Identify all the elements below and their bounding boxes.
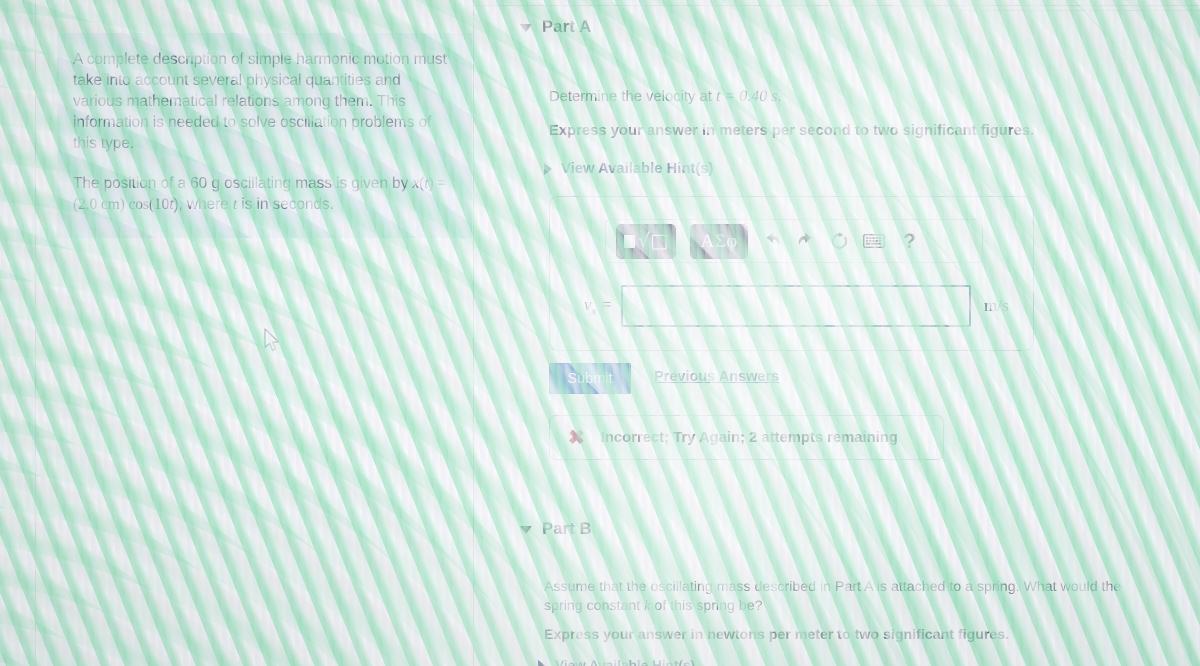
page-content: A complete description of simple harmoni…	[0, 0, 1200, 666]
intro-paragraph-2: The position of a 60 g oscillating mass …	[73, 173, 454, 215]
chevron-down-icon-b[interactable]	[520, 525, 532, 534]
answer-input[interactable]	[621, 285, 971, 327]
screen-photo: A complete description of simple harmoni…	[0, 0, 1200, 666]
feedback-banner: ✖ Incorrect; Try Again; 2 attempts remai…	[549, 415, 944, 460]
greek-symbols-button[interactable]: ΑΣφ	[690, 223, 749, 259]
feedback-text: Incorrect; Try Again; 2 attempts remaini…	[600, 429, 898, 446]
math-toolbar: √□ ΑΣφ ?	[605, 219, 983, 263]
math-close: ), where	[173, 196, 233, 213]
part-a-question-prefix: Determine the velocity at	[549, 89, 716, 105]
answer-input-row: vx = m/s	[562, 281, 1017, 331]
help-icon[interactable]: ?	[903, 231, 916, 252]
intro-paragraph-2-suffix: is in seconds.	[237, 196, 334, 213]
nth-root-icon: √□	[638, 229, 669, 252]
template-square-icon	[624, 234, 635, 248]
left-edge-line	[35, 0, 36, 666]
submit-button[interactable]: Submit	[549, 363, 631, 394]
intro-paragraph-2-prefix: The position of a 60 g oscillating mass …	[73, 175, 413, 192]
part-a-question: Determine the velocity at t = 0.40 s.	[549, 87, 782, 107]
part-a-hint-toggle[interactable]: View Available Hint(s)	[544, 161, 713, 177]
chevron-down-icon[interactable]	[520, 23, 532, 32]
part-b-question-line2-prefix: spring constant	[544, 598, 645, 614]
answer-unit-label: m/s	[984, 296, 1009, 315]
chevron-right-icon-b[interactable]	[538, 659, 546, 666]
part-b-label: Part B	[542, 520, 592, 538]
part-a-header[interactable]: Part A	[520, 18, 591, 37]
keyboard-icon[interactable]	[863, 234, 886, 248]
previous-answers-link[interactable]: Previous Answers	[654, 369, 779, 385]
question-column: Part A Determine the velocity at t = 0.4…	[474, 0, 1200, 666]
undo-icon[interactable]	[762, 232, 782, 250]
answer-variable-label: vx =	[562, 295, 621, 317]
part-b-question-line2-suffix: of this spring be?	[650, 598, 763, 614]
part-a-instruction: Express your answer in meters per second…	[549, 123, 1035, 139]
part-a-hint-label: View Available Hint(s)	[561, 161, 714, 177]
intro-paragraph-1: A complete description of simple harmoni…	[73, 51, 447, 152]
math-t-arg: t	[424, 175, 429, 192]
incorrect-x-icon: ✖	[568, 426, 585, 449]
part-a-question-math: t = 0.40 s	[715, 88, 778, 105]
answer-entry-panel: √□ ΑΣφ ? vx = m/s	[549, 196, 1034, 351]
redo-icon[interactable]	[796, 232, 816, 250]
chevron-right-icon[interactable]	[544, 163, 552, 175]
part-a-label: Part A	[542, 18, 592, 36]
math-of-t: (t)	[419, 175, 434, 192]
problem-intro-panel: A complete description of simple harmoni…	[57, 33, 472, 238]
part-b-question: Assume that the oscillating mass describ…	[544, 578, 1164, 616]
greek-symbols-label: ΑΣφ	[700, 230, 738, 252]
part-b-hint-toggle[interactable]: View Available Hint(s)	[538, 658, 695, 666]
part-b-instruction: Express your answer in newtons per meter…	[544, 627, 1010, 643]
mouse-cursor	[264, 328, 282, 354]
part-b-hint-label: View Available Hint(s)	[555, 658, 696, 666]
variable-equals: =	[596, 294, 612, 314]
part-a-question-suffix: .	[777, 89, 782, 105]
part-b-question-line1: Assume that the oscillating mass describ…	[544, 579, 1122, 595]
part-b-header[interactable]: Part B	[520, 520, 592, 539]
reset-icon[interactable]	[830, 231, 849, 251]
math-template-button[interactable]: √□	[616, 223, 677, 259]
